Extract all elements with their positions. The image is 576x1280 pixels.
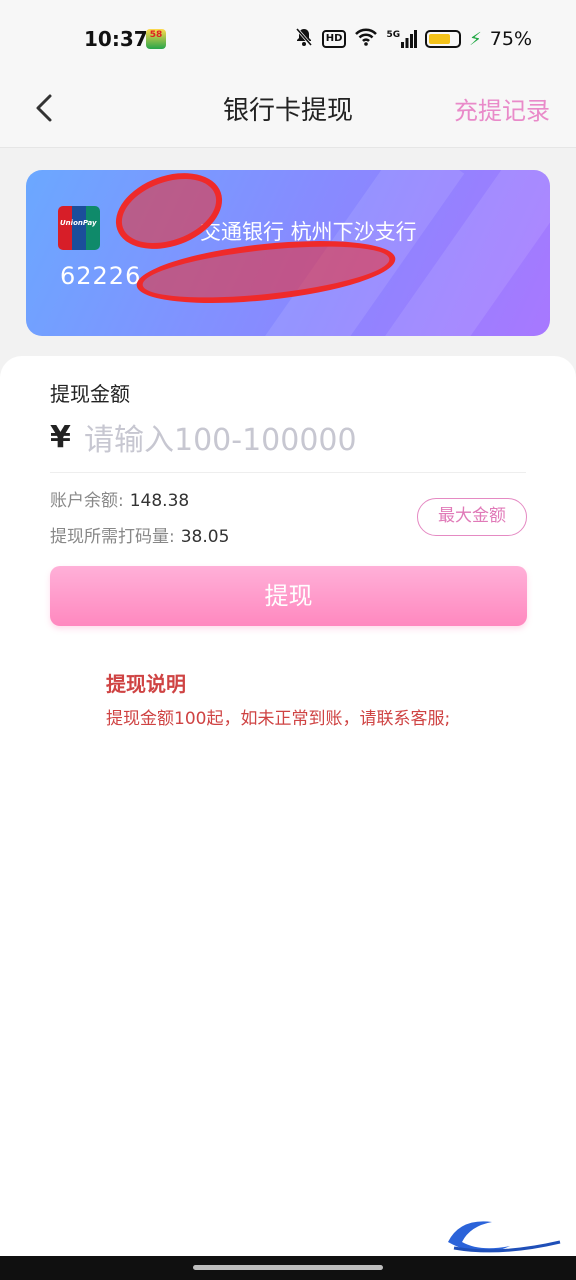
- amount-input[interactable]: [84, 418, 524, 462]
- bank-card[interactable]: UnionPay 交通银行 杭州下沙支行 62226: [26, 170, 550, 336]
- redaction-mark: [105, 170, 233, 263]
- balance-row: 账户余额: 148.38: [50, 486, 189, 511]
- nav-bar: 银行卡提现 充提记录: [0, 78, 576, 148]
- home-indicator[interactable]: [193, 1265, 383, 1270]
- balance-value: 148.38: [129, 491, 190, 511]
- divider: [50, 472, 526, 473]
- card-number: 62226: [60, 262, 142, 290]
- unionpay-logo: [58, 206, 100, 250]
- mute-bell-icon: [294, 27, 314, 51]
- withdraw-panel: 提现金额 ¥ 账户余额:148.38 提现所需打码量:38.05 最大金额 提现…: [0, 356, 576, 1256]
- signal-icon: 5G: [386, 30, 418, 48]
- notice-title: 提现说明: [106, 672, 186, 696]
- hd-icon: HD: [321, 30, 347, 48]
- withdraw-button[interactable]: 提现: [50, 566, 527, 626]
- notice-text: 提现金额100起，如未正常到账，请联系客服;: [106, 709, 451, 729]
- app-notification-icon: 58: [146, 29, 166, 49]
- wager-row: 提现所需打码量: 38.05: [50, 522, 229, 547]
- battery-icon: [425, 30, 462, 48]
- status-icons: HD 5G ⚡ 75%: [294, 27, 532, 51]
- battery-level: [429, 34, 451, 44]
- wager-value: 38.05: [180, 527, 230, 547]
- watermark-logo: [448, 1221, 561, 1253]
- currency-symbol: ¥: [50, 420, 71, 455]
- wifi-icon: [354, 27, 378, 51]
- status-time: 10:37: [84, 27, 148, 51]
- charging-icon: ⚡: [469, 28, 482, 50]
- battery-percent: 75%: [489, 28, 532, 50]
- unionpay-logo-text: UnionPay: [60, 219, 97, 227]
- wager-label: 提现所需打码量:: [50, 527, 175, 547]
- max-amount-button[interactable]: 最大金额: [417, 498, 527, 536]
- amount-label: 提现金额: [50, 382, 130, 406]
- status-bar: 10:37 58 HD 5G ⚡ 75%: [0, 0, 576, 78]
- records-link[interactable]: 充提记录: [454, 91, 550, 126]
- balance-label: 账户余额:: [50, 491, 124, 511]
- signal-label: 5G: [386, 30, 401, 40]
